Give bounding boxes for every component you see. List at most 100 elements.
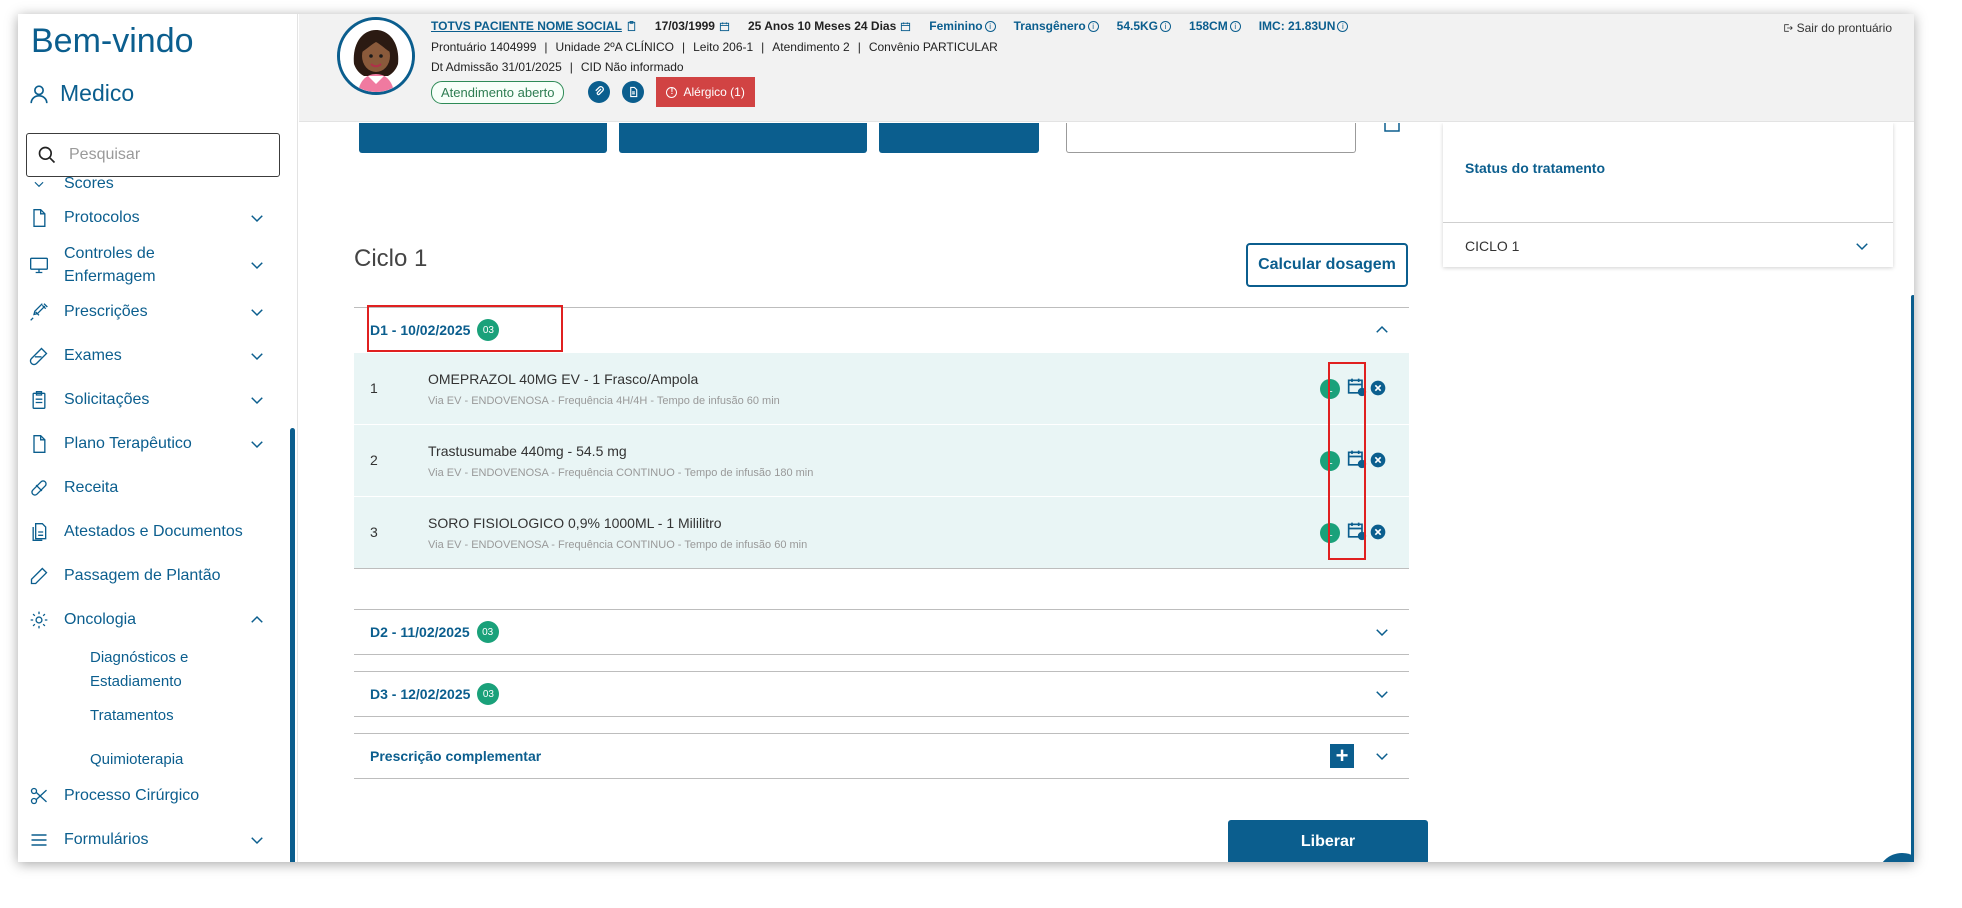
patient-imc: IMC: 21.83UN — [1258, 19, 1336, 33]
complementary-header[interactable]: Prescrição complementar + — [354, 734, 1409, 778]
pill-icon — [28, 477, 50, 499]
header-line-2: Prontuário 1404999 | Unidade 2ºA CLÍNICO |… — [431, 40, 998, 54]
sidebar-subitem-tratamentos[interactable]: Tratamentos — [18, 704, 288, 728]
document-icon — [630, 86, 638, 98]
sidebar-item-label: Formulários — [64, 831, 149, 848]
day-header-d3[interactable]: D3 - 12/02/2025 03 — [354, 672, 1409, 716]
prontuario: Prontuário 1404999 — [431, 40, 537, 54]
scissors-icon — [28, 785, 50, 807]
patient-gender: Feminino — [929, 19, 983, 33]
allergy-button[interactable]: ! Alérgico (1) — [656, 77, 755, 107]
add-button[interactable]: + — [1330, 744, 1354, 768]
remove-icon[interactable] — [1370, 452, 1386, 468]
info-icon[interactable]: i — [984, 20, 996, 32]
search-input[interactable] — [69, 146, 259, 164]
header-badges: Atendimento aberto ! Alérgico (1) — [431, 77, 755, 107]
main-scrollbar[interactable] — [1911, 295, 1914, 862]
chevron-down-icon — [251, 441, 263, 449]
sidebar-item-formularios[interactable]: Formulários — [18, 818, 288, 862]
help-button[interactable] — [1877, 853, 1914, 862]
search-field[interactable] — [26, 133, 280, 177]
sidebar-item-label: Protocolos — [64, 209, 140, 226]
sidebar-item-label: Prescrições — [64, 303, 148, 320]
row-number: 1 — [370, 380, 378, 396]
search-icon — [38, 146, 56, 164]
treatment-status-panel: Status do tratamento CICLO 1 — [1443, 123, 1893, 267]
patient-identity: Transgênero — [1013, 19, 1086, 33]
sidebar-item-atestados[interactable]: Atestados e Documentos — [18, 510, 288, 554]
sidebar-item-label: Atestados e Documentos — [64, 523, 243, 540]
day-label: D2 - 11/02/2025 — [370, 624, 470, 640]
exit-record-link[interactable]: Sair do prontuário — [1783, 21, 1892, 35]
app-window: Bem-vindo Medico Scores Protocolos Contr… — [18, 14, 1914, 862]
release-button[interactable]: Liberar — [1228, 820, 1428, 862]
chevron-down-icon — [251, 309, 263, 317]
sidebar-subitem-quimioterapia[interactable]: Quimioterapia — [18, 748, 288, 772]
user-icon — [30, 84, 48, 103]
day-header-d2[interactable]: D2 - 11/02/2025 03 — [354, 610, 1409, 654]
date-input[interactable] — [1066, 123, 1356, 153]
chevron-up-icon[interactable] — [1373, 321, 1391, 339]
sidebar-item-receita[interactable]: Receita — [18, 466, 288, 510]
sidebar-item-protocolos[interactable]: Protocolos — [18, 196, 288, 240]
sidebar-item-label: Plano Terapêutico — [64, 435, 192, 452]
chevron-down-icon — [251, 397, 263, 405]
info-icon[interactable]: i — [1087, 20, 1099, 32]
patient-age: 25 Anos 10 Meses 24 Dias — [747, 19, 897, 33]
exit-icon — [1783, 24, 1793, 32]
calendar-icon[interactable] — [900, 21, 911, 32]
admission-date: Dt Admissão 31/01/2025 — [431, 60, 562, 74]
exit-label: Sair do prontuário — [1796, 21, 1892, 35]
calculate-dosage-button[interactable]: Calcular dosagem — [1246, 243, 1408, 287]
header-line-1: TOTVS PACIENTE NOME SOCIAL 17/03/1999 25… — [431, 19, 1349, 33]
sidebar-item-processo-cirurgico[interactable]: Processo Cirúrgico — [18, 774, 288, 818]
info-icon[interactable]: i — [1337, 20, 1349, 32]
sidebar-item-scores[interactable]: Scores — [18, 172, 288, 196]
chevron-down-icon[interactable] — [1373, 623, 1391, 641]
sidebar-item-plano-terapeutico[interactable]: Plano Terapêutico — [18, 422, 288, 466]
patient-name-link[interactable]: TOTVS PACIENTE NOME SOCIAL — [431, 19, 622, 33]
sidebar-item-prescricoes[interactable]: Prescrições — [18, 290, 288, 334]
sidebar-item-exames[interactable]: Exames — [18, 334, 288, 378]
complementary-prescription-accordion: Prescrição complementar + — [354, 733, 1409, 779]
document-button[interactable] — [622, 81, 645, 103]
sidebar-item-oncologia[interactable]: Oncologia — [18, 598, 288, 642]
chevron-down-icon[interactable] — [1853, 237, 1871, 255]
sidebar-item-passagem-plantao[interactable]: Passagem de Plantão — [18, 554, 288, 598]
sidebar-item-solicitacoes[interactable]: Solicitações — [18, 378, 288, 422]
patient-avatar — [337, 17, 415, 95]
sidebar-subitem-diagnosticos[interactable]: Diagnósticos e Estadiamento — [18, 646, 218, 694]
calendar-icon[interactable] — [1384, 123, 1400, 133]
calendar-icon[interactable] — [719, 21, 730, 32]
atendimento: Atendimento 2 — [772, 40, 850, 54]
prescription-row: 2 Trastusumabe 440mg - 54.5 mg Via EV - … — [354, 424, 1409, 496]
test-tube-icon — [28, 345, 50, 367]
chevron-down-icon[interactable] — [1373, 685, 1391, 703]
scrolled-button-1[interactable] — [359, 123, 607, 153]
scrolled-button-2[interactable] — [619, 123, 867, 153]
info-icon[interactable]: i — [1160, 20, 1172, 32]
prescription-row: 3 SORO FISIOLOGICO 0,9% 1000ML - 1 Milil… — [354, 496, 1409, 568]
sidebar-scrollbar[interactable] — [290, 428, 295, 862]
sidebar-item-label: Processo Cirúrgico — [64, 787, 200, 804]
drug-name: SORO FISIOLOGICO 0,9% 1000ML - 1 Mililit… — [428, 515, 722, 531]
remove-icon[interactable] — [1370, 524, 1386, 540]
main-content: Ciclo 1 Calcular dosagem D1 - 10/02/2025… — [299, 123, 1914, 862]
info-icon[interactable]: i — [1229, 20, 1241, 32]
clipboard-icon[interactable] — [626, 20, 637, 32]
sidebar-item-controles-enfermagem[interactable]: Controles de Enfermagem — [18, 240, 288, 290]
sidebar: Bem-vindo Medico Scores Protocolos Contr… — [18, 14, 298, 862]
user-info: Medico — [28, 80, 134, 107]
chevron-down-icon[interactable] — [1373, 747, 1391, 765]
unidade: Unidade 2ºA CLÍNICO — [555, 40, 674, 54]
divider — [1443, 222, 1893, 223]
document-icon — [28, 207, 50, 229]
sidebar-item-label: Solicitações — [64, 391, 150, 408]
remove-icon[interactable] — [1370, 380, 1386, 396]
attachment-button[interactable] — [588, 81, 611, 103]
chevron-down-icon — [251, 353, 263, 361]
count-badge: 03 — [476, 621, 499, 643]
sidebar-item-label: Oncologia — [64, 611, 137, 628]
status-cycle-label[interactable]: CICLO 1 — [1465, 238, 1519, 254]
scrolled-button-3[interactable] — [879, 123, 1039, 153]
